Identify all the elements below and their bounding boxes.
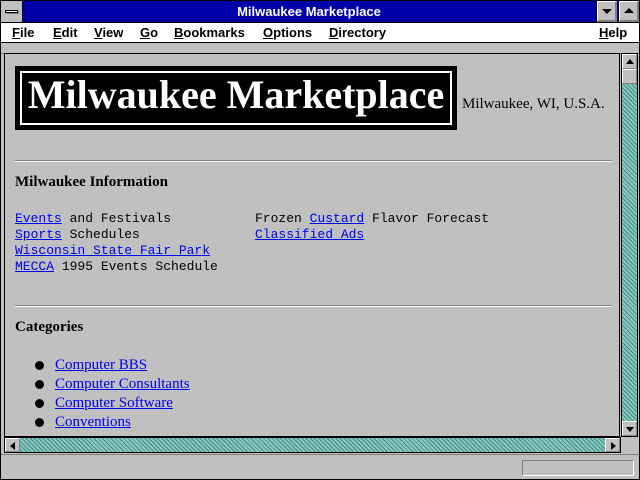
sports-link[interactable]: Sports bbox=[15, 227, 62, 242]
bullet-icon bbox=[35, 361, 44, 370]
vertical-scrollbar[interactable] bbox=[621, 53, 638, 437]
horizontal-scrollbar[interactable] bbox=[4, 437, 621, 453]
arrow-left-icon bbox=[10, 442, 15, 450]
menu-help[interactable]: Help bbox=[599, 23, 627, 42]
system-menu-button[interactable] bbox=[1, 1, 23, 22]
system-menu-icon bbox=[5, 10, 18, 13]
window-title: Milwaukee Marketplace bbox=[237, 4, 381, 19]
category-link[interactable]: Conventions bbox=[55, 413, 131, 432]
scroll-thumb[interactable] bbox=[622, 69, 637, 84]
minimize-icon bbox=[602, 9, 612, 14]
category-link[interactable]: Computer Consultants bbox=[55, 375, 190, 394]
minimize-button[interactable] bbox=[596, 1, 617, 22]
title-bar[interactable]: Milwaukee Marketplace bbox=[1, 1, 639, 23]
menu-bar: File Edit View Go Bookmarks Options Dire… bbox=[1, 23, 639, 43]
info-item: Sports Schedules bbox=[15, 227, 140, 242]
category-link[interactable]: Computer BBS bbox=[55, 356, 147, 375]
menu-bookmarks[interactable]: Bookmarks bbox=[174, 23, 245, 42]
menu-edit[interactable]: Edit bbox=[53, 23, 78, 42]
bullet-icon bbox=[35, 380, 44, 389]
arrow-down-icon bbox=[626, 427, 634, 432]
scroll-left-button[interactable] bbox=[5, 438, 20, 452]
logo-text: Milwaukee Marketplace bbox=[27, 72, 445, 117]
state-fair-link[interactable]: Wisconsin State Fair Park bbox=[15, 243, 210, 258]
browser-window: Milwaukee Marketplace File Edit View Go … bbox=[0, 0, 640, 480]
status-bar bbox=[1, 454, 639, 479]
category-link[interactable]: Computer Software bbox=[55, 394, 173, 413]
info-item: MECCA 1995 Events Schedule bbox=[15, 259, 218, 274]
scroll-down-button[interactable] bbox=[622, 421, 637, 436]
divider bbox=[15, 305, 612, 307]
arrow-right-icon bbox=[611, 442, 616, 450]
info-item: Frozen Custard Flavor Forecast bbox=[255, 211, 490, 226]
scrollbar-corner bbox=[621, 437, 638, 453]
status-text bbox=[5, 460, 515, 476]
info-heading: Milwaukee Information bbox=[15, 174, 168, 190]
info-item: Events and Festivals bbox=[15, 211, 172, 226]
menu-file[interactable]: File bbox=[12, 23, 34, 42]
menu-go[interactable]: Go bbox=[140, 23, 158, 42]
categories-heading: Categories bbox=[15, 319, 84, 335]
info-item: Classified Ads bbox=[255, 227, 364, 243]
menu-view[interactable]: View bbox=[94, 23, 123, 42]
menu-options[interactable]: Options bbox=[263, 23, 312, 42]
site-logo: Milwaukee Marketplace bbox=[15, 66, 457, 130]
info-item: Wisconsin State Fair Park bbox=[15, 243, 210, 259]
custard-link[interactable]: Custard bbox=[310, 211, 365, 226]
menu-directory[interactable]: Directory bbox=[329, 23, 386, 42]
scroll-right-button[interactable] bbox=[605, 438, 620, 452]
events-link[interactable]: Events bbox=[15, 211, 62, 226]
location-text: Milwaukee, WI, U.S.A. bbox=[462, 96, 605, 112]
maximize-icon bbox=[624, 8, 634, 13]
scroll-up-button[interactable] bbox=[622, 54, 637, 69]
document-view[interactable]: Milwaukee Marketplace Milwaukee, WI, U.S… bbox=[4, 53, 620, 437]
maximize-button[interactable] bbox=[618, 1, 639, 22]
bullet-icon bbox=[35, 418, 44, 427]
mecca-link[interactable]: MECCA bbox=[15, 259, 54, 274]
bullet-icon bbox=[35, 399, 44, 408]
classified-ads-link[interactable]: Classified Ads bbox=[255, 227, 364, 242]
divider bbox=[15, 160, 612, 162]
arrow-up-icon bbox=[626, 59, 634, 64]
progress-indicator bbox=[522, 460, 634, 476]
